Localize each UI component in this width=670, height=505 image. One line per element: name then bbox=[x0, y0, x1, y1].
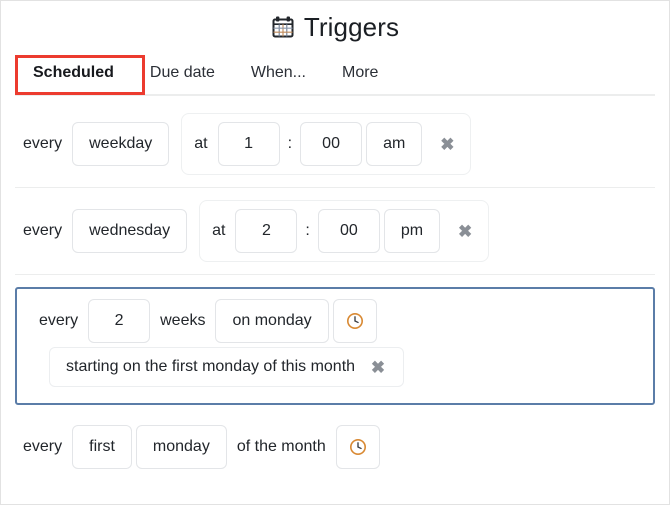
tab-when-label: When... bbox=[250, 64, 306, 81]
tab-when[interactable]: When... bbox=[233, 55, 324, 92]
row2-meridiem-select[interactable]: pm bbox=[383, 209, 441, 253]
tab-bar-divider bbox=[15, 94, 655, 96]
tab-due-date-label: Due date bbox=[149, 64, 215, 81]
clock-icon bbox=[346, 312, 364, 330]
row3-day-select[interactable]: on monday bbox=[215, 299, 329, 343]
row2-remove-button[interactable]: ✖ bbox=[452, 218, 478, 244]
row2-time-separator: : bbox=[305, 222, 310, 239]
row4-suffix-label: of the month bbox=[236, 438, 326, 455]
row1-day-select[interactable]: weekday bbox=[72, 122, 170, 166]
row1-minute-select[interactable]: 00 bbox=[300, 122, 363, 166]
calendar-icon bbox=[271, 15, 295, 39]
selected-trigger-block[interactable]: every 2 weeks on monday starting on the … bbox=[15, 287, 655, 405]
row2-hour-select[interactable]: 2 bbox=[235, 209, 298, 253]
table-row: every weekday at 1 : 00 am ✖ bbox=[15, 101, 655, 188]
row3-remove-button[interactable]: ✖ bbox=[365, 354, 391, 380]
page-title: Triggers bbox=[303, 12, 400, 42]
trigger-list: every weekday at 1 : 00 am ✖ every wedne… bbox=[1, 101, 669, 483]
row2-day-select[interactable]: wednesday bbox=[72, 209, 188, 253]
row1-time-group: at 1 : 00 am ✖ bbox=[181, 113, 472, 175]
row1-every-label: every bbox=[23, 135, 63, 152]
triggers-panel: Triggers Scheduled Due date When... More… bbox=[0, 0, 670, 505]
row2-at-label: at bbox=[212, 222, 226, 239]
row1-time-separator: : bbox=[287, 135, 293, 152]
row2-every-label: every bbox=[23, 222, 63, 239]
row1-remove-button[interactable]: ✖ bbox=[434, 131, 460, 157]
row3-start-phrase-chip[interactable]: starting on the first monday of this mon… bbox=[49, 347, 405, 387]
row4-clock-button[interactable] bbox=[335, 425, 380, 469]
selected-trigger-line-2: starting on the first monday of this mon… bbox=[31, 347, 639, 387]
row3-clock-button[interactable] bbox=[332, 299, 377, 343]
page-header: Triggers bbox=[1, 1, 669, 49]
clock-icon bbox=[349, 438, 367, 456]
tab-scheduled-label: Scheduled bbox=[33, 64, 114, 81]
row2-time-group: at 2 : 00 pm ✖ bbox=[199, 200, 490, 262]
row3-start-phrase-label: starting on the first monday of this mon… bbox=[66, 358, 356, 375]
tab-bar: Scheduled Due date When... More bbox=[15, 55, 655, 101]
tab-more-label: More bbox=[341, 64, 379, 81]
tab-more[interactable]: More bbox=[324, 55, 396, 92]
row4-day-select[interactable]: monday bbox=[135, 425, 227, 469]
row1-hour-select[interactable]: 1 bbox=[217, 122, 280, 166]
row4-ordinal-select[interactable]: first bbox=[72, 425, 132, 469]
table-row: every wednesday at 2 : 00 pm ✖ bbox=[15, 188, 655, 275]
row1-meridiem-select[interactable]: am bbox=[366, 122, 423, 166]
tab-due-date[interactable]: Due date bbox=[132, 55, 233, 92]
row4-every-label: every bbox=[23, 438, 63, 455]
table-row: every first monday of the month bbox=[15, 411, 655, 483]
row2-minute-select[interactable]: 00 bbox=[317, 209, 380, 253]
row3-interval-input[interactable]: 2 bbox=[88, 299, 151, 343]
selected-trigger-line-1: every 2 weeks on monday bbox=[31, 299, 639, 343]
row3-every-label: every bbox=[39, 312, 79, 329]
row3-unit-label: weeks bbox=[160, 312, 206, 329]
tab-scheduled[interactable]: Scheduled bbox=[15, 55, 132, 95]
row1-at-label: at bbox=[194, 135, 208, 152]
